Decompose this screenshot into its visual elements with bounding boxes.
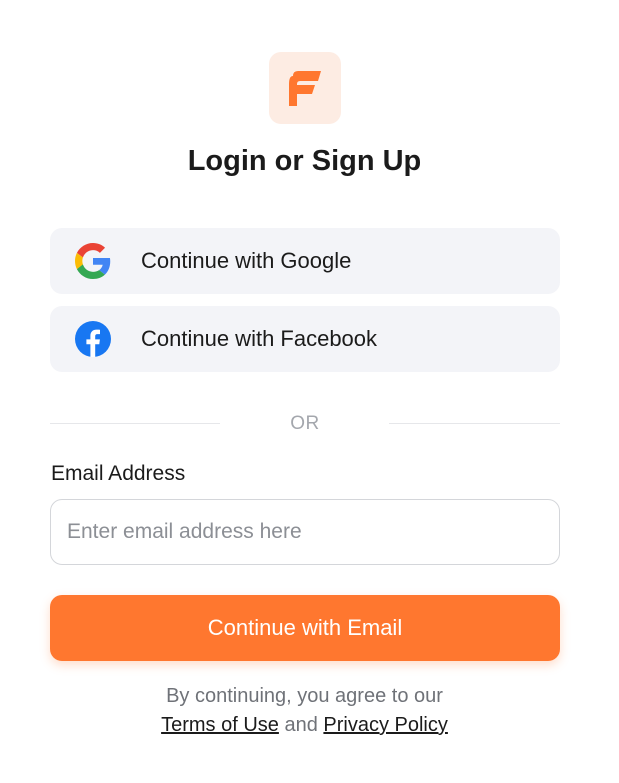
- divider-line-left: [50, 423, 220, 424]
- continue-with-facebook-button[interactable]: Continue with Facebook: [50, 306, 560, 372]
- legal-links: Terms of Use and Privacy Policy: [0, 714, 609, 737]
- legal-conjunction-text: and: [284, 714, 318, 736]
- brand-f-logo-icon: [289, 71, 321, 106]
- divider-line-right: [389, 423, 560, 424]
- legal-prefix-text: By continuing, you agree to our: [166, 685, 443, 707]
- divider-or-text: OR: [290, 413, 320, 434]
- brand-logo: [269, 52, 341, 124]
- google-icon: [74, 242, 112, 280]
- google-button-label: Continue with Google: [141, 248, 352, 273]
- facebook-icon: [74, 320, 112, 358]
- page-title: Login or Sign Up: [187, 145, 422, 177]
- email-input[interactable]: [50, 499, 560, 565]
- terms-of-use-link[interactable]: Terms of Use: [161, 714, 279, 736]
- privacy-policy-link[interactable]: Privacy Policy: [323, 714, 447, 736]
- continue-with-email-button[interactable]: Continue with Email: [50, 595, 560, 661]
- email-address-label: Email Address: [51, 462, 186, 485]
- facebook-button-label: Continue with Facebook: [141, 326, 378, 351]
- continue-with-google-button[interactable]: Continue with Google: [50, 228, 560, 294]
